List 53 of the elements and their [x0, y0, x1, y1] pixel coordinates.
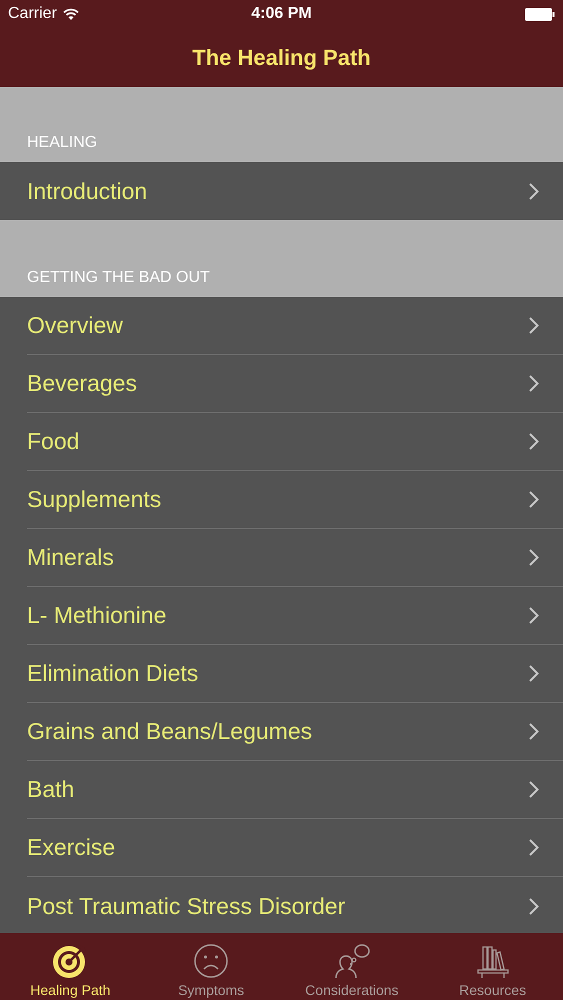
chevron-icon — [529, 665, 539, 682]
status-time: 4:06 PM — [251, 5, 312, 23]
row-label: L- Methionine — [27, 602, 166, 629]
chevron-icon — [529, 375, 539, 392]
chevron-icon — [529, 491, 539, 508]
row-label: Minerals — [27, 544, 114, 571]
list-row[interactable]: Grains and Beans/Legumes — [0, 703, 563, 761]
chevron-icon — [529, 723, 539, 740]
row-label: Bath — [27, 776, 74, 803]
list-row[interactable]: Post Traumatic Stress Disorder — [0, 877, 563, 933]
list-row[interactable]: Food — [0, 413, 563, 471]
list-row[interactable]: Exercise — [0, 819, 563, 877]
chevron-icon — [529, 898, 539, 914]
list-row[interactable]: Supplements — [0, 471, 563, 529]
row-label: Elimination Diets — [27, 660, 198, 687]
chevron-icon — [529, 781, 539, 798]
person-thought-icon — [332, 943, 371, 979]
row-label: Post Traumatic Stress Disorder — [27, 892, 346, 920]
battery-icon — [525, 8, 555, 20]
chevron-icon — [529, 607, 539, 624]
tab-item[interactable]: Resources — [422, 933, 563, 1000]
chevron-icon — [529, 182, 539, 200]
list-row[interactable]: Overview — [0, 297, 563, 355]
tab-item[interactable]: Symptoms — [140, 933, 282, 1000]
tab-item[interactable]: Healing Path — [0, 933, 141, 1000]
chevron-icon — [529, 433, 539, 450]
row-label: Beverages — [27, 370, 137, 397]
tab-item[interactable]: Considerations — [282, 933, 422, 1000]
list-row[interactable]: Introduction — [0, 162, 563, 220]
row-label: Exercise — [27, 834, 116, 861]
tab-label: Symptoms — [178, 982, 244, 998]
tab-label: Resources — [459, 982, 526, 998]
row-label: Supplements — [27, 486, 162, 513]
section-title: HEALING — [27, 134, 98, 152]
chevron-icon — [529, 549, 539, 566]
row-label: Food — [27, 428, 80, 455]
list-row[interactable]: Bath — [0, 761, 563, 819]
carrier-label: Carrier — [8, 5, 57, 23]
tab-label: Healing Path — [30, 982, 110, 998]
list-row[interactable]: Minerals — [0, 529, 563, 587]
row-label: Introduction — [27, 178, 148, 204]
chevron-icon — [529, 839, 539, 856]
nav-title: The Healing Path — [192, 44, 371, 70]
tab-label: Considerations — [305, 982, 399, 998]
list-row[interactable]: Elimination Diets — [0, 645, 563, 703]
sad-face-icon — [193, 943, 230, 979]
row-label: Grains and Beans/Legumes — [27, 718, 312, 745]
list-row[interactable]: L- Methionine — [0, 587, 563, 645]
row-label: Overview — [27, 312, 123, 339]
list-row[interactable]: Beverages — [0, 355, 563, 413]
section-title: GETTING THE BAD OUT — [27, 269, 210, 287]
wifi-icon — [62, 8, 79, 20]
chevron-icon — [529, 317, 539, 334]
